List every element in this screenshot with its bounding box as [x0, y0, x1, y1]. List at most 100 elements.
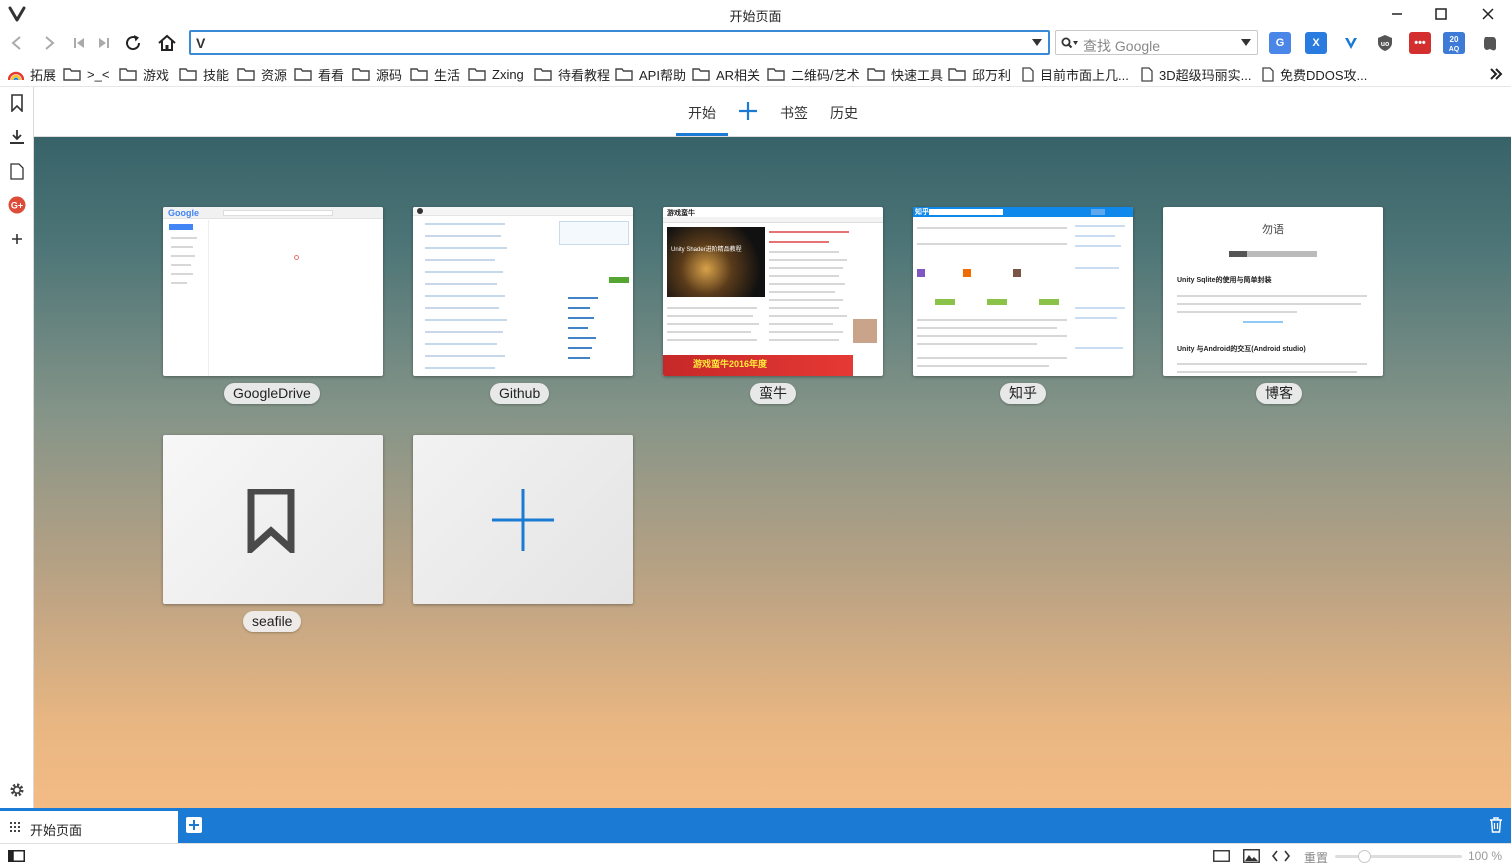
folder-icon: [237, 68, 255, 81]
panel-google-plus-button[interactable]: G+: [7, 195, 27, 215]
maximize-button[interactable]: [1418, 0, 1464, 28]
zoom-slider[interactable]: [1335, 850, 1462, 863]
tab-history[interactable]: 历史: [830, 103, 858, 123]
speed-dial-label: 博客: [1256, 383, 1302, 404]
panel-toggle-icon[interactable]: [8, 850, 25, 862]
svg-text:G+: G+: [11, 201, 23, 211]
grid-icon: [10, 822, 20, 832]
search-field[interactable]: 查找 Google: [1055, 30, 1258, 55]
back-arrow-icon: [11, 36, 21, 50]
speed-dial-seafile[interactable]: [163, 435, 383, 604]
fast-forward-button[interactable]: [91, 30, 117, 56]
tab-bookmarks[interactable]: 书签: [780, 103, 808, 123]
bookmark-label: 快速工具: [891, 67, 944, 83]
add-speed-dial-icon[interactable]: [738, 101, 758, 121]
search-placeholder: 查找 Google: [1083, 38, 1161, 54]
minimize-button[interactable]: [1374, 0, 1420, 28]
folder-icon: [119, 68, 137, 81]
bookmark-label: 待看教程: [558, 67, 611, 83]
folder-icon: [179, 68, 197, 81]
page-tiling-icon[interactable]: [1213, 850, 1230, 862]
gear-icon: [10, 783, 24, 797]
page-icon: [1141, 66, 1153, 82]
close-button[interactable]: [1465, 0, 1511, 28]
folder-icon: [615, 68, 633, 81]
speed-dial-zhihu[interactable]: 知乎: [913, 207, 1133, 376]
speed-dial-github[interactable]: [413, 207, 633, 376]
bookmark-folder[interactable]: 快速工具: [867, 65, 943, 83]
bookmark-label: API帮助: [639, 67, 686, 83]
panel-downloads-button[interactable]: [7, 127, 27, 147]
bookmark-folder[interactable]: 源码: [352, 65, 402, 83]
vpn-extension-icon[interactable]: [1340, 32, 1362, 54]
folder-icon: [410, 68, 428, 81]
speed-dial-label: 知乎: [1000, 383, 1046, 404]
xmarks-extension-icon[interactable]: X: [1305, 32, 1327, 54]
address-dropdown-icon[interactable]: [1032, 39, 1042, 46]
evernote-extension-icon[interactable]: [1479, 32, 1501, 54]
search-engine-dropdown-icon[interactable]: [1241, 39, 1251, 46]
folder-icon: [867, 68, 885, 81]
bookmark-folder[interactable]: 二维码/艺术: [767, 65, 860, 83]
svg-text:uo: uo: [1381, 41, 1390, 48]
ublock-extension-icon[interactable]: uo: [1374, 32, 1396, 54]
speed-dial-googledrive[interactable]: Google: [163, 207, 383, 376]
bookmark-label: 拓展: [30, 67, 57, 83]
speed-dial-label: 蛮牛: [750, 383, 796, 404]
panel-bookmarks-button[interactable]: [7, 93, 27, 113]
zoom-slider-knob[interactable]: [1358, 850, 1371, 863]
tab-start-page[interactable]: 开始页面: [0, 811, 178, 843]
folder-icon: [767, 68, 785, 81]
bookmark-item[interactable]: 免费DDOS攻...: [1262, 65, 1367, 83]
new-tab-button[interactable]: [186, 817, 202, 833]
minimize-icon: [1392, 13, 1402, 15]
bookmark-item[interactable]: 目前市面上几...: [1022, 65, 1129, 83]
svg-text:20: 20: [1450, 35, 1459, 44]
home-button[interactable]: [154, 30, 180, 56]
bookmark-folder[interactable]: >_<: [63, 65, 109, 83]
add-speed-dial-button[interactable]: [413, 435, 633, 604]
bookmark-folder[interactable]: 资源: [237, 65, 287, 83]
trash-icon[interactable]: [1489, 817, 1503, 833]
bookmark-folder[interactable]: Zxing: [468, 65, 524, 83]
bookmark-folder[interactable]: 游戏: [119, 65, 169, 83]
reload-button[interactable]: [120, 30, 146, 56]
image-toggle-icon[interactable]: [1243, 849, 1260, 863]
google-translate-extension-icon[interactable]: G: [1269, 32, 1291, 54]
window-title: 开始页面: [729, 9, 782, 24]
close-icon: [1482, 8, 1494, 20]
page-actions-icon[interactable]: [1272, 850, 1290, 862]
speed-dial-label: Github: [490, 383, 550, 404]
start-page: 开始 书签 历史 Google GoogleDrive Github 游戏蛮牛 …: [34, 87, 1511, 808]
zoom-reset-button[interactable]: 重置: [1304, 849, 1328, 866]
address-field[interactable]: V: [189, 30, 1050, 55]
thumb-zhihu-logo: 知乎: [915, 209, 929, 216]
bookmark-folder[interactable]: 邱万利: [948, 65, 1011, 83]
rewind-icon: [74, 38, 84, 48]
weather-extension-icon[interactable]: 20 AQ: [1443, 32, 1465, 54]
rewind-button[interactable]: [66, 30, 92, 56]
bookmark-item[interactable]: 3D超级玛丽实...: [1141, 65, 1251, 83]
bookmark-bar: 拓展 >_< 游戏 技能 资源 看看 源码 生活 Zxing 待看教程 API帮…: [0, 59, 1511, 87]
status-bar: 重置 100 %: [0, 843, 1511, 866]
forward-button[interactable]: [36, 30, 62, 56]
speed-dial-blog[interactable]: 勿语 Unity Sqlite的使用与简单封装 Unity 与Android的交…: [1163, 207, 1383, 376]
bookmark-label: 目前市面上几...: [1040, 67, 1129, 83]
speed-dial-manniu[interactable]: 游戏蛮牛 Unity Shader进阶精品教程 游戏蛮牛2016年度: [663, 207, 883, 376]
lastpass-extension-icon[interactable]: •••: [1409, 32, 1431, 54]
start-page-tabs: 开始 书签 历史: [34, 87, 1511, 137]
tab-start[interactable]: 开始: [676, 103, 728, 136]
panel-notes-button[interactable]: [7, 161, 27, 181]
bookmark-item[interactable]: 拓展: [8, 65, 56, 83]
bookmark-folder[interactable]: 待看教程: [534, 65, 610, 83]
bookmark-folder[interactable]: 看看: [294, 65, 344, 83]
bookmark-folder[interactable]: 生活: [410, 65, 460, 83]
bookmark-overflow-button[interactable]: [1489, 65, 1503, 83]
zoom-level: 100 %: [1468, 849, 1503, 863]
back-button[interactable]: [4, 30, 30, 56]
bookmark-folder[interactable]: 技能: [179, 65, 229, 83]
bookmark-folder[interactable]: AR相关: [692, 65, 760, 83]
settings-button[interactable]: [7, 780, 27, 800]
bookmark-folder[interactable]: API帮助: [615, 65, 686, 83]
panel-add-button[interactable]: [7, 229, 27, 249]
